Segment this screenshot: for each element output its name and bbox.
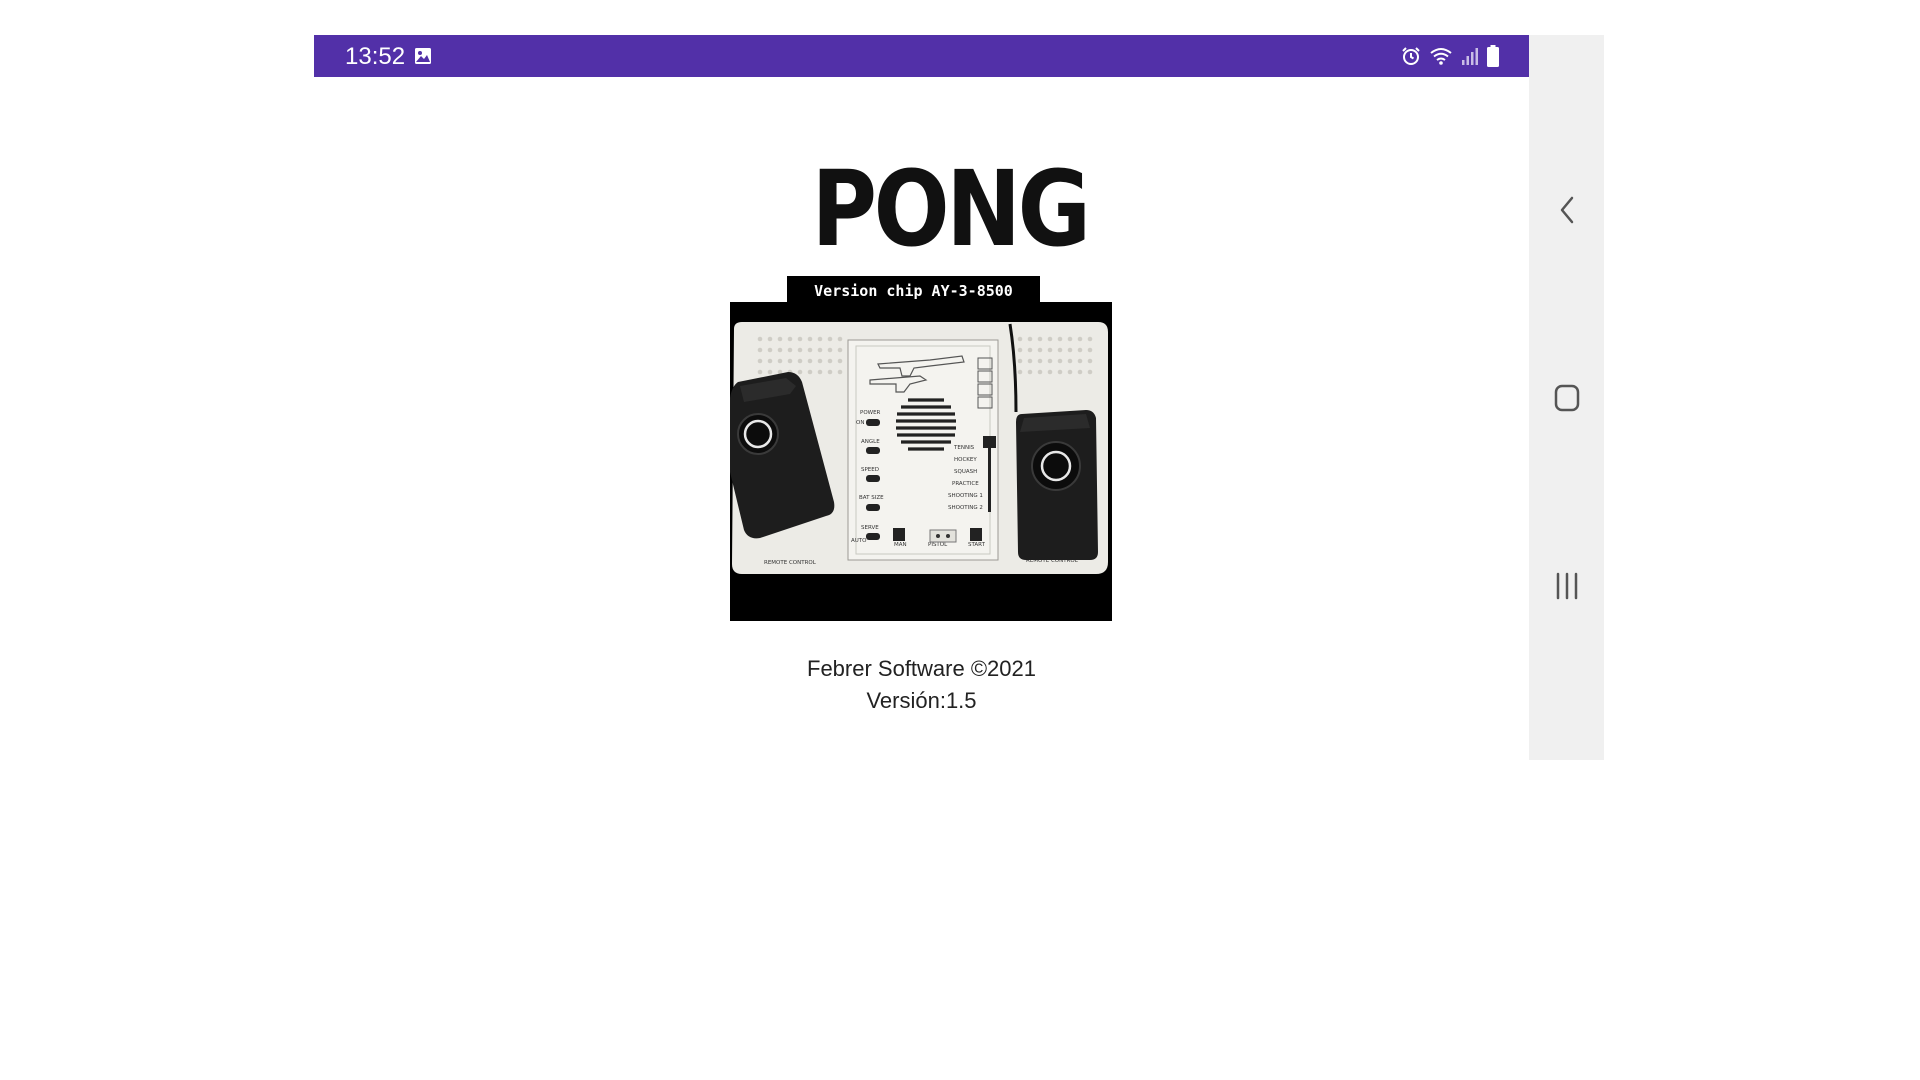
back-button[interactable] <box>1549 192 1585 228</box>
console-label-angle: ANGLE <box>861 439 880 445</box>
game-label-0: TENNIS <box>953 445 975 451</box>
wifi-icon <box>1430 48 1452 65</box>
status-time: 13:52 <box>345 43 406 70</box>
back-icon <box>1560 196 1574 224</box>
console-label-start: START <box>968 542 986 548</box>
splash-screen: PONG Version chip AY-3-8500 POWER ON ANG… <box>314 77 1529 760</box>
game-label-5: SHOOTING 2 <box>948 505 983 511</box>
gallery-icon <box>415 48 431 64</box>
recents-icon <box>1556 572 1578 600</box>
game-label-4: SHOOTING 1 <box>948 493 983 499</box>
copyright-text: Febrer Software ©2021 <box>807 656 1036 681</box>
signal-icon <box>1462 48 1478 65</box>
status-bar: 13:52 <box>314 35 1529 77</box>
battery-icon <box>1487 45 1499 67</box>
home-button[interactable] <box>1549 380 1585 416</box>
speaker <box>894 393 958 453</box>
console-label-man: MAN <box>894 542 907 548</box>
console-label-pistol: PISTOL <box>928 542 948 548</box>
recents-button[interactable] <box>1549 568 1585 604</box>
right-paddle-controller <box>1016 410 1098 560</box>
pong-console-image: POWER ON OFF ANGLE SPEED BAT SIZE SERVE … <box>730 302 1112 621</box>
console-label-serve: SERVE <box>861 525 879 531</box>
phone-screen: 13:52 PONG Version chip AY-3-8500 POWER … <box>314 35 1604 760</box>
app-title: PONG <box>811 148 1092 270</box>
status-icons <box>1401 45 1499 67</box>
alarm-icon <box>1402 47 1420 65</box>
home-icon <box>1554 384 1580 412</box>
console-label-remote-left: REMOTE CONTROL <box>764 560 817 566</box>
game-label-3: PRACTICE <box>952 481 979 487</box>
console-label-speed: SPEED <box>861 467 879 473</box>
console-label-power: POWER <box>860 410 881 416</box>
navigation-bar <box>1529 35 1604 760</box>
game-label-1: HOCKEY <box>954 457 977 463</box>
console-label-bat-size: BAT SIZE <box>859 495 884 501</box>
console-label-auto: AUTO <box>851 538 867 544</box>
game-label-2: SQUASH <box>954 469 977 475</box>
version-text: Versión:1.5 <box>866 688 977 713</box>
